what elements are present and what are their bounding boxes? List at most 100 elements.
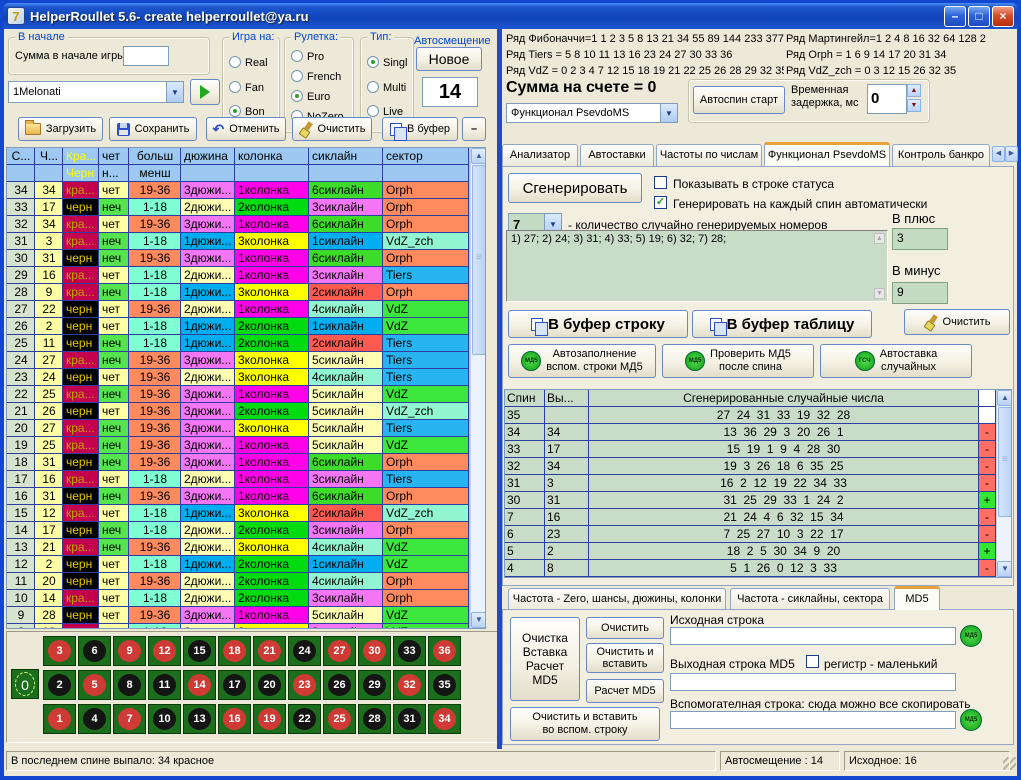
- history-row[interactable]: 2916кра...чет1-182дюжи...1колонка3сиклай…: [7, 267, 485, 284]
- board-cell-17[interactable]: 17: [218, 670, 251, 700]
- radio-option-Singl[interactable]: Singl: [367, 56, 407, 69]
- generated-preview[interactable]: 1) 27; 2) 24; 3) 31; 4) 33; 5) 19; 6) 32…: [506, 230, 888, 302]
- radio-option-Real[interactable]: Real: [229, 56, 268, 69]
- delay-value[interactable]: 0: [867, 84, 907, 114]
- radio-icon[interactable]: [291, 50, 303, 62]
- md5-icon[interactable]: МД5: [960, 709, 982, 731]
- spin-scrollbar[interactable]: ▲ ▼: [996, 390, 1012, 577]
- history-row[interactable]: 2722чернчет19-362дюжи...1колонка4сиклайн…: [7, 301, 485, 318]
- history-row[interactable]: 818кра...чет1-182дюжи...3колонка3сиклайн…: [7, 624, 485, 629]
- board-cell-20[interactable]: 20: [253, 670, 286, 700]
- generate-button[interactable]: Сгенерировать: [508, 173, 642, 203]
- history-row[interactable]: 289кра...неч1-181дюжи...3колонка2сиклайн…: [7, 284, 485, 301]
- spin-row[interactable]: 31316 2 12 19 22 34 33-: [505, 475, 1011, 492]
- radio-option-Pro[interactable]: Pro: [291, 50, 324, 63]
- autospin-start-button[interactable]: Автоспин старт: [693, 86, 785, 114]
- radio-icon[interactable]: [291, 90, 303, 102]
- board-cell-19[interactable]: 19: [253, 704, 286, 734]
- maximize-button[interactable]: □: [968, 6, 990, 27]
- copy-table-button[interactable]: В буфер таблицу: [692, 310, 872, 338]
- tab-scroll-left-icon[interactable]: ◀: [992, 146, 1005, 162]
- profile-combo[interactable]: 1Melonati ▼: [8, 81, 184, 103]
- history-row[interactable]: 2225кра...неч19-363дюжи...1колонка5сикла…: [7, 386, 485, 403]
- title-bar[interactable]: 7 HelperRoullet 5.6- create helperroulle…: [3, 3, 1018, 29]
- scroll-up-icon[interactable]: ▲: [997, 390, 1012, 406]
- board-cell-13[interactable]: 13: [183, 704, 216, 734]
- tab-Частота - сиклайны, сектора[interactable]: Частота - сиклайны, сектора: [730, 588, 890, 610]
- radio-option-Multi[interactable]: Multi: [367, 81, 406, 94]
- tab-scroll-right-icon[interactable]: ▶: [1005, 146, 1018, 162]
- board-cell-3[interactable]: 3: [43, 636, 76, 666]
- spin-row[interactable]: 303131 25 29 33 1 24 2+: [505, 492, 1011, 509]
- board-cell-23[interactable]: 23: [288, 670, 321, 700]
- spin-row[interactable]: 485 1 26 0 12 3 33-: [505, 560, 1011, 577]
- history-row[interactable]: 1631черннеч19-363дюжи...1колонка6сиклайн…: [7, 488, 485, 505]
- board-cell-9[interactable]: 9: [113, 636, 146, 666]
- toolbar-folder-open-button[interactable]: Загрузить: [18, 117, 103, 141]
- tool-button-2[interactable]: МД5Проверить МД5после спина: [662, 344, 814, 378]
- history-row[interactable]: 2324чернчет19-362дюжи...3колонка4сиклайн…: [7, 369, 485, 386]
- board-cell-7[interactable]: 7: [113, 704, 146, 734]
- spin-row[interactable]: 3527 24 31 33 19 32 28: [505, 407, 1011, 424]
- toolbar-undo-button[interactable]: ↶Отменить: [206, 117, 286, 141]
- history-row[interactable]: 313кра...неч1-181дюжи...3колонка1сиклайн…: [7, 233, 485, 250]
- radio-option-French[interactable]: French: [291, 70, 341, 83]
- history-scrollbar[interactable]: ▲ ▼: [470, 148, 486, 628]
- spin-row[interactable]: 6237 25 27 10 3 22 17-: [505, 526, 1011, 543]
- history-row[interactable]: 3317черннеч1-182дюжи...2колонка3сиклайнO…: [7, 199, 485, 216]
- board-cell-zero[interactable]: 0: [11, 669, 39, 699]
- close-button[interactable]: ×: [992, 6, 1014, 27]
- toolbar-minus-button[interactable]: –: [462, 117, 486, 141]
- show-status-checkbox[interactable]: [654, 176, 667, 189]
- md5-clear-paste-button[interactable]: Очистить и вставить: [586, 643, 664, 673]
- board-cell-1[interactable]: 1: [43, 704, 76, 734]
- tab-Контроль банкро[interactable]: Контроль банкро: [892, 144, 990, 166]
- board-cell-26[interactable]: 26: [323, 670, 356, 700]
- chevron-down-icon[interactable]: ▼: [166, 82, 183, 102]
- board-cell-35[interactable]: 35: [428, 670, 461, 700]
- board-cell-22[interactable]: 22: [288, 704, 321, 734]
- spin-row[interactable]: 323419 3 26 18 6 35 25-: [505, 458, 1011, 475]
- board-cell-34[interactable]: 34: [428, 704, 461, 734]
- minimize-button[interactable]: –: [944, 6, 966, 27]
- history-row[interactable]: 2511черннеч1-181дюжи...2колонка2сиклайнT…: [7, 335, 485, 352]
- tab-Функционал PsevdoMS[interactable]: Функционал PsevdoMS: [764, 142, 890, 166]
- radio-icon[interactable]: [291, 70, 303, 82]
- history-row[interactable]: 1417черннеч1-182дюжи...2колонка3сиклайнO…: [7, 522, 485, 539]
- board-cell-18[interactable]: 18: [218, 636, 251, 666]
- board-cell-15[interactable]: 15: [183, 636, 216, 666]
- radio-icon[interactable]: [229, 81, 241, 93]
- board-cell-25[interactable]: 25: [323, 704, 356, 734]
- board-cell-29[interactable]: 29: [358, 670, 391, 700]
- md5-output-input[interactable]: [670, 673, 956, 691]
- spin-row[interactable]: 331715 19 1 9 4 28 30-: [505, 441, 1011, 458]
- board-cell-21[interactable]: 21: [253, 636, 286, 666]
- board-cell-5[interactable]: 5: [78, 670, 111, 700]
- history-row[interactable]: 2427кра...неч19-363дюжи...3колонка5сикла…: [7, 352, 485, 369]
- scroll-down-icon[interactable]: ▼: [471, 612, 486, 628]
- board-cell-10[interactable]: 10: [148, 704, 181, 734]
- md5-calc-button[interactable]: Расчет MD5: [586, 679, 664, 703]
- tab-Частоты по числам[interactable]: Частоты по числам: [656, 144, 762, 166]
- board-cell-8[interactable]: 8: [113, 670, 146, 700]
- board-cell-33[interactable]: 33: [393, 636, 426, 666]
- tab-MD5[interactable]: MD5: [894, 586, 940, 610]
- board-cell-30[interactable]: 30: [358, 636, 391, 666]
- board-cell-32[interactable]: 32: [393, 670, 426, 700]
- board-cell-2[interactable]: 2: [43, 670, 76, 700]
- board-cell-4[interactable]: 4: [78, 704, 111, 734]
- radio-icon[interactable]: [367, 81, 379, 93]
- board-cell-36[interactable]: 36: [428, 636, 461, 666]
- play-button[interactable]: [190, 79, 220, 105]
- register-checkbox[interactable]: [806, 655, 819, 668]
- board-cell-28[interactable]: 28: [358, 704, 391, 734]
- scroll-down-icon[interactable]: ▼: [874, 288, 885, 299]
- board-cell-14[interactable]: 14: [183, 670, 216, 700]
- functional-combo[interactable]: Функционал PsevdoMS ▼: [506, 103, 678, 123]
- tool-button-3[interactable]: ГСЧАвтоставкаслучайных: [820, 344, 972, 378]
- history-row[interactable]: 122чернчет1-181дюжи...2колонка1сиклайнVd…: [7, 556, 485, 573]
- history-row[interactable]: 3031черннеч19-363дюжи...1колонка6сиклайн…: [7, 250, 485, 267]
- md5-aux-input[interactable]: [670, 711, 956, 729]
- history-row[interactable]: 1321кра...неч19-362дюжи...3колонка4сикла…: [7, 539, 485, 556]
- spin-scroll-thumb[interactable]: [998, 407, 1012, 517]
